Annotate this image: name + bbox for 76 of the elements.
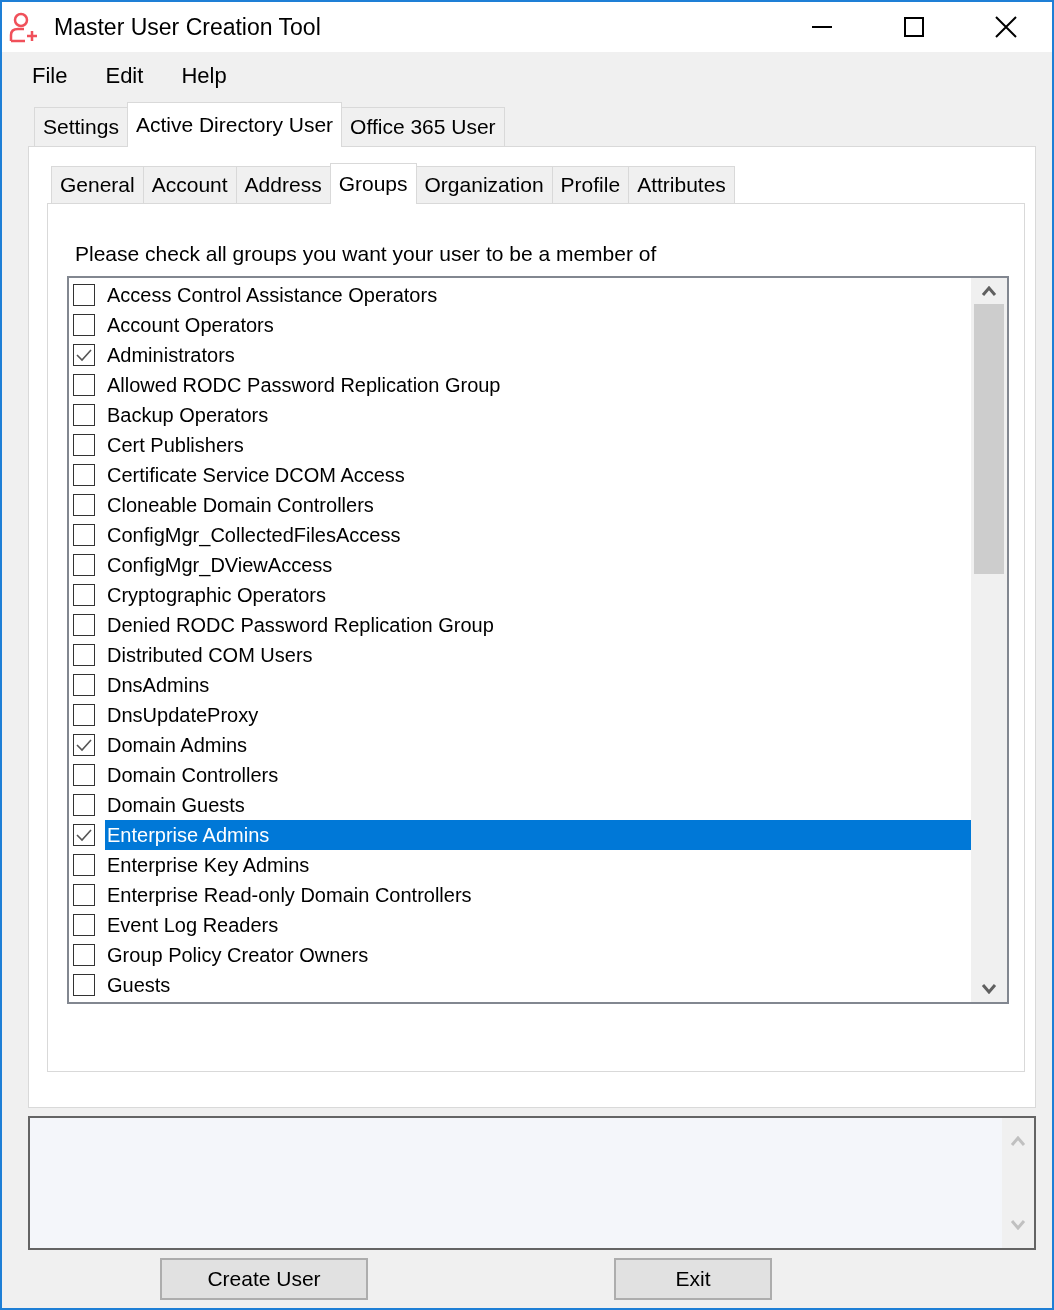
tab[interactable]: Office 365 User [341, 107, 505, 146]
group-item[interactable]: Domain Admins [105, 730, 971, 760]
menu-item[interactable]: File [20, 59, 80, 93]
group-item[interactable]: Backup Operators [105, 400, 971, 430]
group-item[interactable]: Certificate Service DCOM Access [105, 460, 971, 490]
checkbox[interactable] [73, 914, 95, 936]
checkbox[interactable] [73, 494, 95, 516]
checkbox[interactable] [73, 704, 95, 726]
checkbox[interactable] [73, 554, 95, 576]
maximize-icon [904, 17, 924, 37]
checkbox[interactable] [73, 734, 95, 756]
checkbox[interactable] [73, 884, 95, 906]
tab[interactable]: Profile [551, 166, 630, 203]
group-item[interactable]: Enterprise Read-only Domain Controllers [105, 880, 971, 910]
scrollbar-thumb[interactable] [974, 304, 1004, 574]
checkbox[interactable] [73, 344, 95, 366]
scroll-up-icon[interactable] [981, 286, 997, 296]
group-item[interactable]: Cloneable Domain Controllers [105, 490, 971, 520]
tab[interactable]: General [51, 166, 144, 203]
checkbox[interactable] [73, 764, 95, 786]
group-item[interactable]: Administrators [105, 340, 971, 370]
group-item[interactable]: DnsUpdateProxy [105, 700, 971, 730]
group-item[interactable]: Domain Guests [105, 790, 971, 820]
checkmark-icon [76, 828, 92, 842]
tab[interactable]: Active Directory User [126, 102, 343, 147]
menu-item[interactable]: Help [169, 59, 239, 93]
group-item[interactable]: Guests [105, 970, 971, 1000]
checkbox[interactable] [73, 974, 95, 996]
exit-button[interactable]: Exit [614, 1258, 772, 1300]
create-user-button[interactable]: Create User [160, 1258, 368, 1300]
checkbox[interactable] [73, 614, 95, 636]
group-item[interactable]: Event Log Readers [105, 910, 971, 940]
group-item[interactable]: ConfigMgr_DViewAccess [105, 550, 971, 580]
checkbox[interactable] [73, 584, 95, 606]
group-item[interactable]: Group Policy Creator Owners [105, 940, 971, 970]
instruction-text: Please check all groups you want your user to be a member of [75, 242, 658, 266]
group-item[interactable]: Domain Controllers [105, 760, 971, 790]
checkbox[interactable] [73, 464, 95, 486]
checkbox[interactable] [73, 944, 95, 966]
user-add-icon [8, 11, 40, 43]
checkmark-icon [76, 738, 92, 752]
checkbox[interactable] [73, 314, 95, 336]
group-item[interactable]: DnsAdmins [105, 670, 971, 700]
checkbox[interactable] [73, 524, 95, 546]
checkmark-icon [76, 348, 92, 362]
checkbox[interactable] [73, 434, 95, 456]
group-item[interactable]: Access Control Assistance Operators [105, 280, 971, 310]
group-item[interactable]: Denied RODC Password Replication Group [105, 610, 971, 640]
close-icon [995, 16, 1017, 38]
window-title: Master User Creation Tool [54, 13, 322, 41]
scrollbar[interactable] [971, 278, 1007, 1002]
group-item[interactable]: Enterprise Key Admins [105, 850, 971, 880]
group-item[interactable]: ConfigMgr_CollectedFilesAccess [105, 520, 971, 550]
group-item[interactable]: Allowed RODC Password Replication Group [105, 370, 971, 400]
checkbox[interactable] [73, 824, 95, 846]
minimize-icon [812, 26, 832, 28]
menu-item[interactable]: Edit [93, 59, 156, 93]
tab[interactable]: Organization [415, 166, 553, 203]
group-item[interactable]: Cryptographic Operators [105, 580, 971, 610]
checkbox[interactable] [73, 794, 95, 816]
group-item[interactable]: Enterprise Admins [105, 820, 971, 850]
checkbox[interactable] [73, 404, 95, 426]
tab[interactable]: Account [142, 166, 237, 203]
tab[interactable]: Address [235, 166, 331, 203]
group-item[interactable]: Distributed COM Users [105, 640, 971, 670]
checkbox[interactable] [73, 374, 95, 396]
checkbox[interactable] [73, 674, 95, 696]
checkbox[interactable] [73, 284, 95, 306]
checkbox[interactable] [73, 644, 95, 666]
tab[interactable]: Groups [329, 163, 417, 204]
group-item[interactable]: Account Operators [105, 310, 971, 340]
tab[interactable]: Settings [34, 107, 128, 146]
tab[interactable]: Attributes [628, 166, 735, 203]
checkbox[interactable] [73, 854, 95, 876]
scroll-down-icon[interactable] [981, 984, 997, 994]
group-item[interactable]: Cert Publishers [105, 430, 971, 460]
